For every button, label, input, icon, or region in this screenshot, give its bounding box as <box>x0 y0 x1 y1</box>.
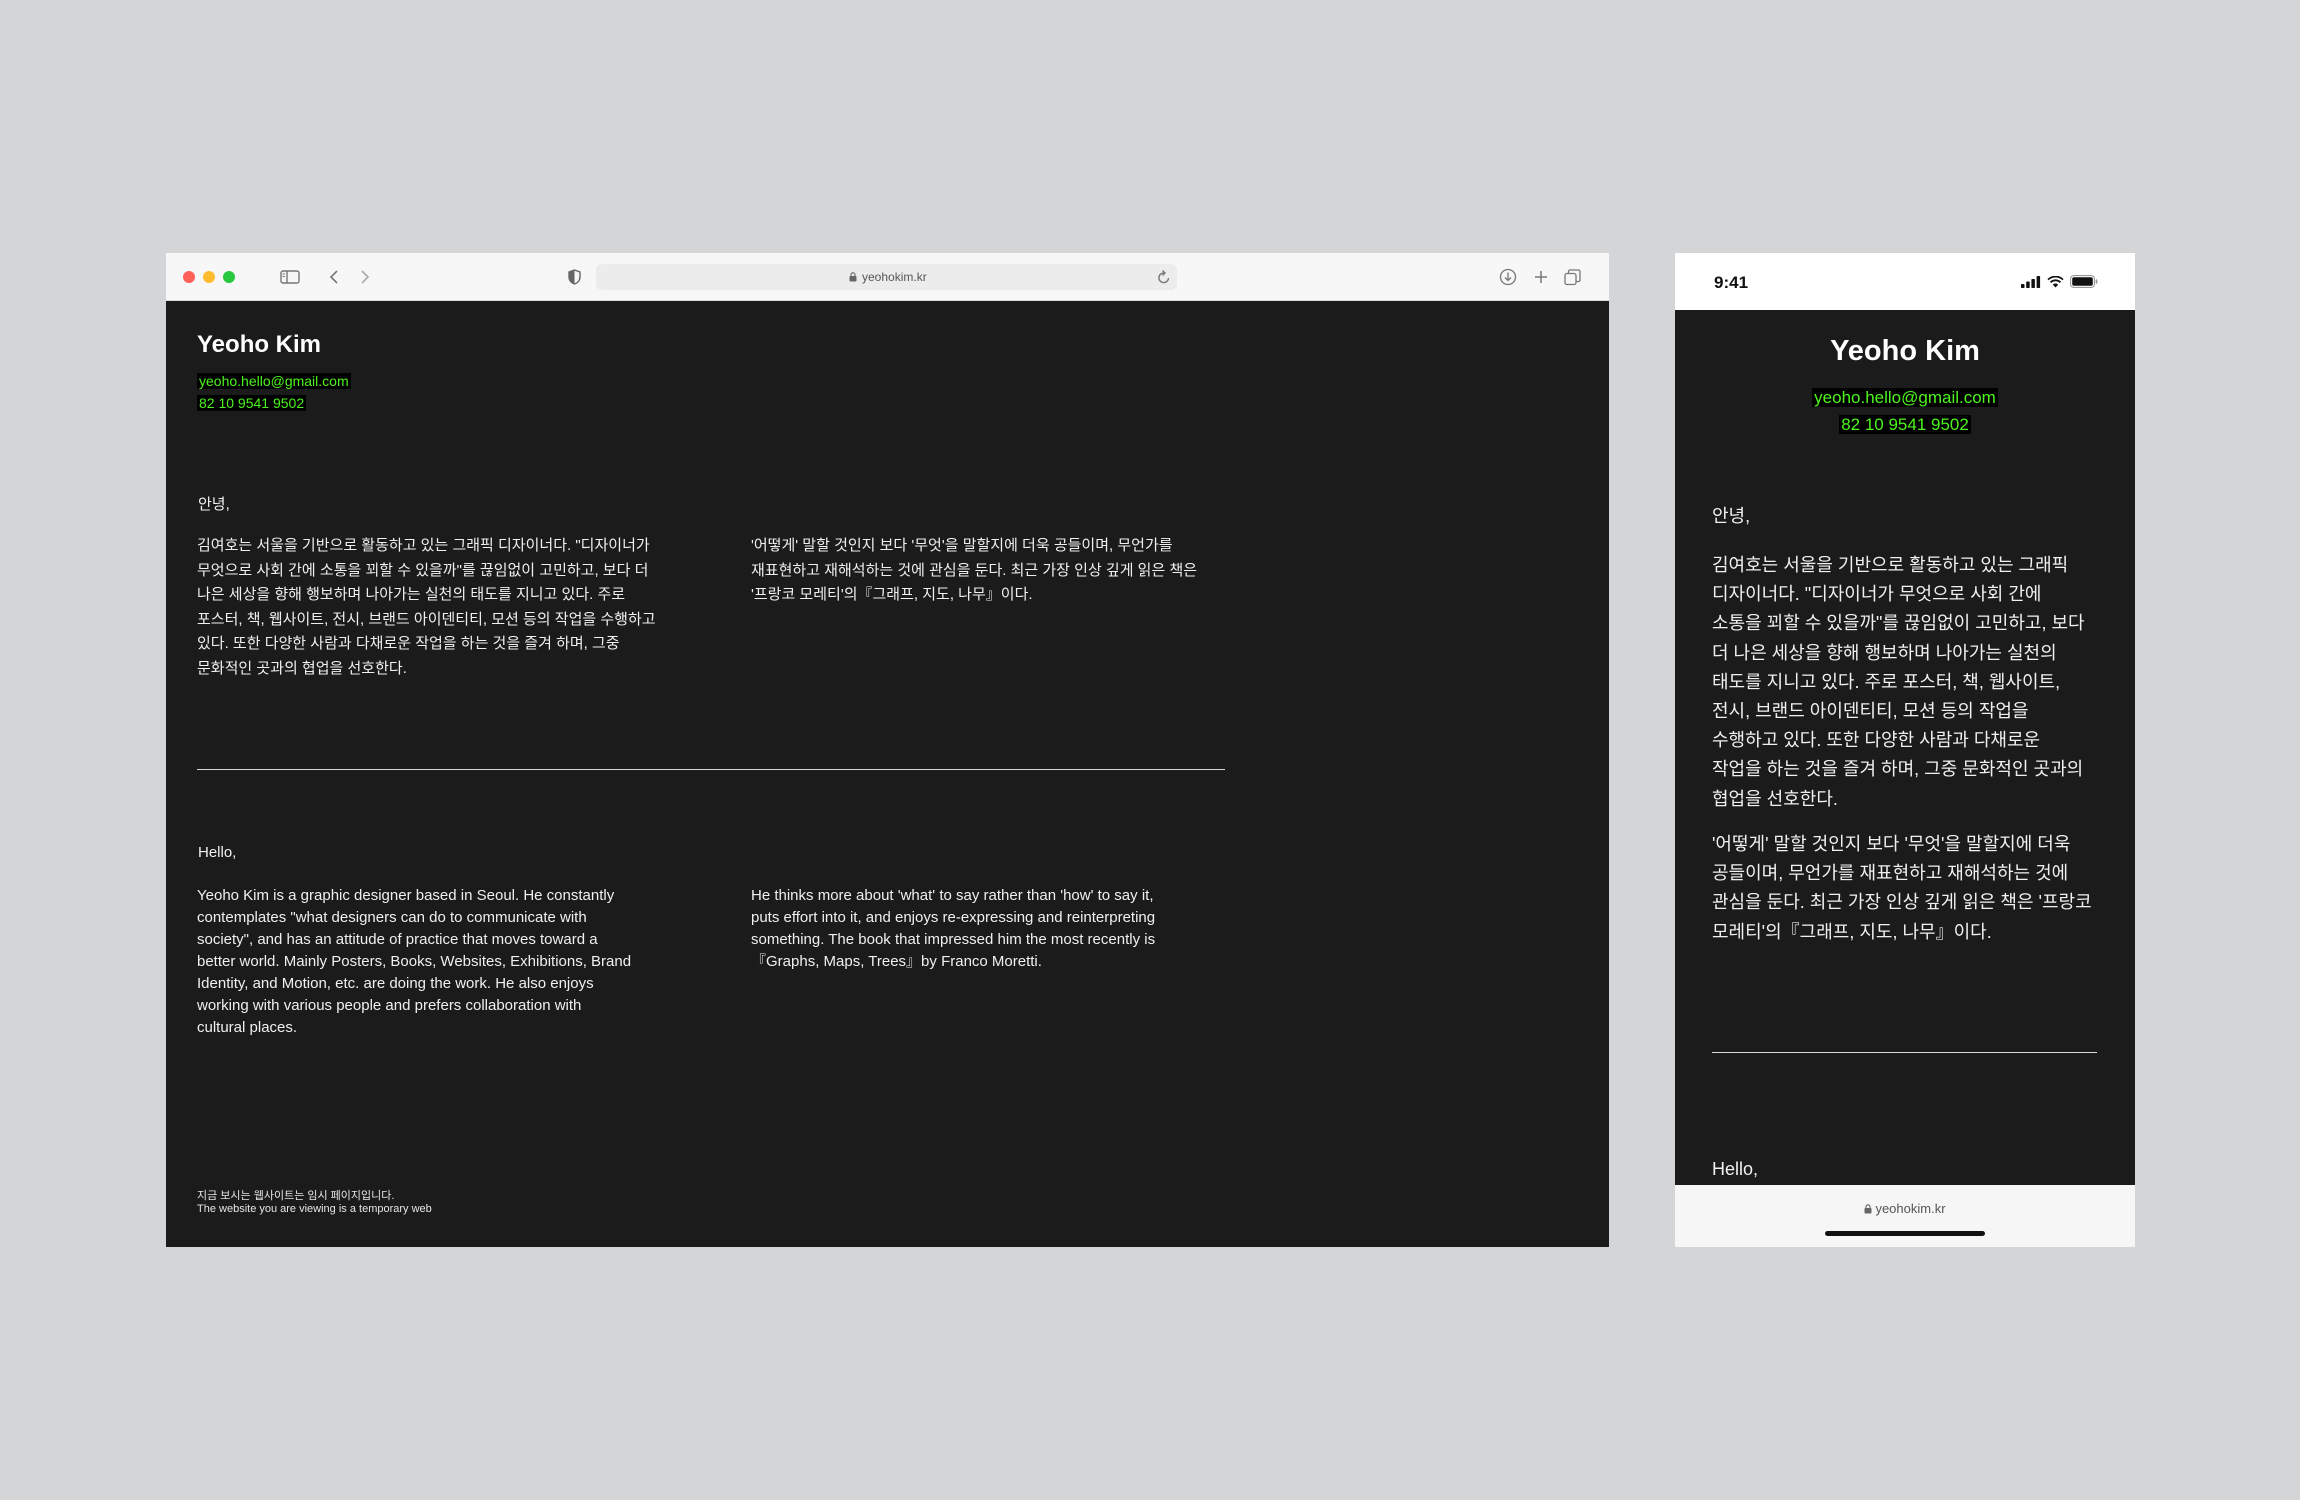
mobile-device-window: 9:41 Yeoho Kim yeoho.hello@gmail.com 82 … <box>1675 253 2135 1247</box>
back-icon[interactable] <box>326 265 342 289</box>
address-url: yeohokim.kr <box>862 270 927 284</box>
english-paragraph-2: He thinks more about 'what' to say rathe… <box>751 887 1156 970</box>
site-title: Yeoho Kim <box>1830 335 1980 367</box>
new-tab-icon[interactable] <box>1532 265 1550 289</box>
email-link[interactable]: yeoho.hello@gmail.com <box>197 373 351 389</box>
site-title: Yeoho Kim <box>197 331 322 358</box>
lock-icon <box>1864 1204 1872 1214</box>
footer-note-korean: 지금 보시는 웹사이트는 임시 페이지입니다. <box>197 1190 395 1202</box>
korean-paragraph-1: 김여호는 서울을 기반으로 활동하고 있는 그래픽 디자이너다. "디자이너가 … <box>197 537 656 677</box>
korean-greeting: 안녕, <box>198 496 230 513</box>
section-divider <box>1712 1052 2097 1053</box>
mobile-url: yeohokim.kr <box>1875 1201 1946 1216</box>
phone-link[interactable]: 82 10 9541 9502 <box>1839 415 1971 434</box>
wifi-icon <box>2047 275 2064 287</box>
desktop-page-content: Yeoho Kim yeoho.hello@gmail.com 82 10 95… <box>166 301 1609 1247</box>
zoom-window-button[interactable] <box>223 271 235 283</box>
battery-icon <box>2070 275 2098 288</box>
korean-paragraph-2: '어떻게' 말할 것인지 보다 '무엇'을 말할지에 더욱 공들이며, 무언가를… <box>751 537 1198 603</box>
mobile-address-bar[interactable]: yeohokim.kr <box>1675 1185 2135 1247</box>
cellular-signal-icon <box>2021 275 2041 288</box>
lock-icon <box>849 272 857 282</box>
section-divider <box>197 769 1225 770</box>
sidebar-icon[interactable] <box>279 265 301 289</box>
address-bar[interactable]: yeohokim.kr <box>596 264 1177 290</box>
footer-note-english: The website you are viewing is a tempora… <box>197 1203 432 1215</box>
shield-icon[interactable] <box>566 265 582 289</box>
home-indicator[interactable] <box>1825 1231 1985 1236</box>
korean-paragraph-2: '어떻게' 말할 것인지 보다 '무엇'을 말할지에 더욱 공들이며, 무언가를… <box>1712 834 2092 942</box>
close-window-button[interactable] <box>183 271 195 283</box>
minimize-window-button[interactable] <box>203 271 215 283</box>
korean-paragraph-1: 김여호는 서울을 기반으로 활동하고 있는 그래픽 디자이너다. "디자이너가 … <box>1712 555 2085 809</box>
forward-icon[interactable] <box>357 265 373 289</box>
mobile-page-content: Yeoho Kim yeoho.hello@gmail.com 82 10 95… <box>1675 310 2135 1185</box>
english-greeting: Hello, <box>198 844 237 861</box>
english-paragraph-1: Yeoho Kim is a graphic designer based in… <box>197 887 632 1036</box>
download-icon[interactable] <box>1498 265 1518 289</box>
english-greeting: Hello, <box>1712 1159 1759 1179</box>
email-link[interactable]: yeoho.hello@gmail.com <box>1812 388 1998 407</box>
korean-greeting: 안녕, <box>1712 506 1751 526</box>
status-bar: 9:41 <box>1675 253 2135 310</box>
desktop-browser-window: yeohokim.kr Yeoho Kim yeoho.hello@gmail.… <box>166 253 1609 1247</box>
reload-icon[interactable] <box>1157 269 1171 285</box>
tabs-overview-icon[interactable] <box>1562 265 1582 289</box>
status-time: 9:41 <box>1714 273 1749 292</box>
phone-link[interactable]: 82 10 9541 9502 <box>197 395 307 411</box>
browser-toolbar: yeohokim.kr <box>166 253 1609 301</box>
